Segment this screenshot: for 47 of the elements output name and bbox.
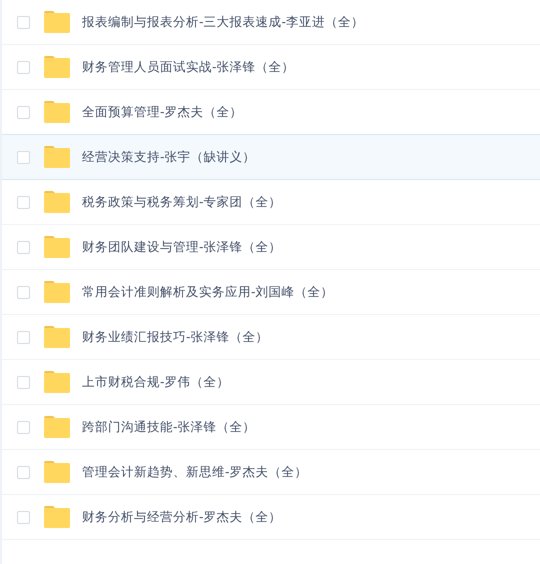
folder-name: 管理会计新趋势、新思维-罗杰夫（全） — [82, 464, 308, 480]
checkbox[interactable] — [17, 286, 30, 298]
file-row[interactable]: 税务政策与税务筹划-专家团（全） — [2, 180, 540, 225]
checkbox[interactable] — [17, 60, 30, 74]
file-row[interactable]: 常用会计准则解析及实务应用-刘国峰（全） — [2, 270, 540, 315]
folder-icon — [44, 461, 70, 483]
folder-name: 财务业绩汇报技巧-张泽锋（全） — [82, 328, 269, 346]
folder-name: 经营决策支持-张宇（缺讲义） — [82, 148, 256, 166]
folder-icon — [44, 371, 70, 393]
folder-icon — [44, 191, 70, 213]
folder-icon — [44, 11, 70, 33]
folder-name: 常用会计准则解析及实务应用-刘国峰（全） — [82, 284, 334, 300]
folder-name: 税务政策与税务筹划-专家团（全） — [82, 194, 282, 210]
folder-name: 财务团队建设与管理-张泽锋（全） — [82, 238, 282, 256]
folder-name: 报表编制与报表分析-三大报表速成-李亚进（全） — [82, 14, 364, 30]
file-row[interactable]: 上市财税合规-罗伟（全） — [2, 360, 540, 405]
checkbox[interactable] — [17, 240, 30, 254]
file-row[interactable]: 经营决策支持-张宇（缺讲义） — [2, 134, 540, 180]
checkbox[interactable] — [17, 330, 30, 344]
folder-icon — [44, 506, 70, 528]
checkbox[interactable] — [17, 106, 30, 118]
checkbox[interactable] — [17, 510, 30, 524]
folder-icon — [44, 56, 70, 78]
folder-icon — [44, 236, 70, 258]
checkbox[interactable] — [17, 196, 30, 208]
file-row[interactable]: 报表编制与报表分析-三大报表速成-李亚进（全） — [2, 0, 540, 45]
folder-name: 财务分析与经营分析-罗杰夫（全） — [82, 508, 282, 526]
folder-name: 财务管理人员面试实战-张泽锋（全） — [82, 58, 295, 76]
file-row[interactable]: 跨部门沟通技能-张泽锋（全） — [2, 405, 540, 450]
folder-name: 上市财税合规-罗伟（全） — [82, 374, 230, 390]
file-row[interactable]: 财务业绩汇报技巧-张泽锋（全） — [2, 315, 540, 360]
folder-icon — [44, 416, 70, 438]
checkbox[interactable] — [17, 466, 30, 478]
checkbox[interactable] — [17, 16, 30, 28]
file-row[interactable]: 管理会计新趋势、新思维-罗杰夫（全） — [2, 450, 540, 495]
file-row[interactable]: 财务管理人员面试实战-张泽锋（全） — [2, 45, 540, 90]
folder-icon — [44, 101, 70, 123]
file-row[interactable]: 财务团队建设与管理-张泽锋（全） — [2, 225, 540, 270]
checkbox[interactable] — [17, 420, 30, 434]
folder-icon — [44, 326, 70, 348]
checkbox[interactable] — [17, 376, 30, 388]
file-row[interactable]: 财务分析与经营分析-罗杰夫（全） — [2, 495, 540, 540]
folder-icon — [44, 146, 70, 168]
folder-icon — [44, 281, 70, 303]
folder-name: 跨部门沟通技能-张泽锋（全） — [82, 418, 256, 436]
checkbox[interactable] — [17, 150, 30, 164]
folder-name: 全面预算管理-罗杰夫（全） — [82, 104, 243, 120]
